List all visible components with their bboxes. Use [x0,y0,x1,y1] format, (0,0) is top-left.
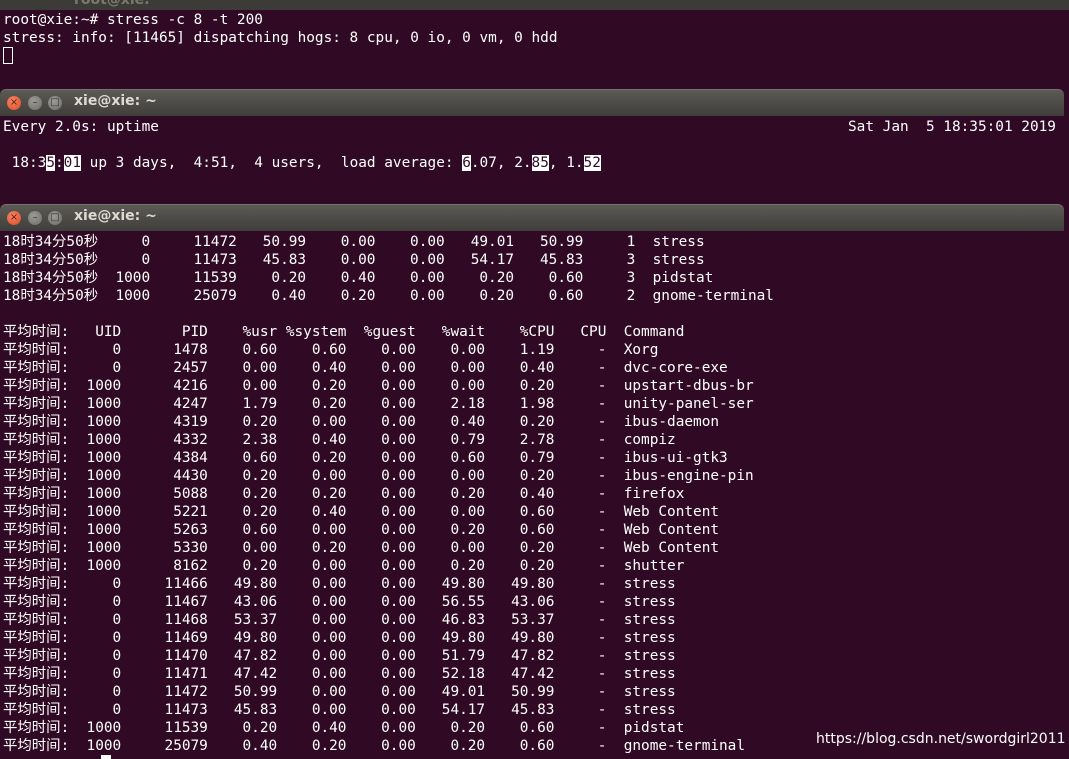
text-cursor [101,755,111,759]
average-row: 平均时间: 1000 5330 0.00 0.20 0.00 0.00 0.20… [3,540,720,556]
average-row: 平均时间: 1000 4430 0.20 0.00 0.00 0.00 0.20… [3,468,754,484]
average-row: 平均时间: 0 2457 0.00 0.40 0.00 0.00 0.40 - … [3,360,728,376]
uptime-text: .07 [470,155,497,171]
average-row: 平均时间: 1000 8162 0.20 0.00 0.00 0.20 0.20… [3,558,685,574]
maximize-icon[interactable]: □ [48,211,62,225]
average-header-row: 平均时间: UID PID %usr %system %guest %wait … [3,324,685,340]
average-row: 平均时间: 0 11468 53.37 0.00 0.00 46.83 53.3… [3,612,676,628]
watch-terminal[interactable]: Every 2.0s: uptime Sat Jan 5 18:35:01 20… [0,116,1069,204]
changed-char: 5 [46,155,55,171]
changed-char: 85 [531,155,549,171]
average-row: 平均时间: 0 11471 47.42 0.00 0.00 52.18 47.4… [3,666,676,682]
average-row: 平均时间: 1000 4319 0.20 0.00 0.00 0.40 0.20… [3,414,720,430]
maximize-icon[interactable]: □ [48,96,62,110]
watch-terminal-titlebar[interactable]: × – □ xie@xie: ~ [0,89,1064,116]
changed-char: 52 [583,155,601,171]
uptime-output: 18:35:01 up 3 days, 4:51, 4 users, load … [3,154,601,172]
uptime-text: : [55,155,64,171]
average-row: 平均时间: 1000 25079 0.40 0.20 0.00 0.20 0.6… [3,738,746,754]
average-row: 平均时间: 0 1478 0.60 0.60 0.00 0.00 1.19 - … [3,342,659,358]
average-row: 平均时间: 1000 5088 0.20 0.20 0.00 0.20 0.40… [3,486,685,502]
watch-header-right: Sat Jan 5 18:35:01 2019 [848,119,1056,135]
changed-char: 01 [63,155,81,171]
average-row: 平均时间: 0 11473 45.83 0.00 0.00 54.17 45.8… [3,702,676,718]
stress-info-line: stress: info: [11465] dispatching hogs: … [3,30,558,46]
sample-row: 18时34分50秒 1000 25079 0.40 0.20 0.00 0.20… [3,288,774,304]
watermark: https://blog.csdn.net/swordgirl2011 [816,731,1066,747]
average-row: 平均时间: 1000 11539 0.20 0.40 0.00 0.20 0.6… [3,720,685,736]
text-cursor [3,47,13,64]
top-terminal-titlebar[interactable]: root@xie: [0,0,1069,10]
sample-row: 18时34分50秒 0 11472 50.99 0.00 0.00 49.01 … [3,234,705,250]
average-row: 平均时间: 0 11469 49.80 0.00 0.00 49.80 49.8… [3,630,676,646]
average-row: 平均时间: 1000 4216 0.00 0.20 0.00 0.00 0.20… [3,378,754,394]
average-row: 平均时间: 1000 4384 0.60 0.20 0.00 0.60 0.79… [3,450,728,466]
window-title: xie@xie: ~ [74,208,157,224]
average-row: 平均时间: 1000 4247 1.79 0.20 0.00 2.18 1.98… [3,396,754,412]
uptime-text: 18:3 [3,155,47,171]
minimize-icon[interactable]: – [28,211,42,225]
command-line: root@xie:~# stress -c 8 -t 200 [3,12,263,28]
uptime-text: up 3 days, 4:51, 4 users, load average: [81,155,463,171]
average-row: 平均时间: 1000 5263 0.60 0.00 0.00 0.20 0.60… [3,522,720,538]
average-row: 平均时间: 0 11466 49.80 0.00 0.00 49.80 49.8… [3,576,676,592]
uptime-text: , 2. [496,155,532,171]
average-row: 平均时间: 0 11472 50.99 0.00 0.00 49.01 50.9… [3,684,676,700]
close-icon[interactable]: × [7,211,21,225]
minimize-icon[interactable]: – [28,96,42,110]
pidstat-terminal-titlebar[interactable]: × – □ xie@xie: ~ [0,204,1064,231]
average-row: 平均时间: 1000 4332 2.38 0.40 0.00 0.79 2.78… [3,432,676,448]
top-terminal-title: root@xie: [74,0,150,8]
window-title: xie@xie: ~ [74,93,157,109]
average-row: 平均时间: 1000 5221 0.20 0.40 0.00 0.00 0.60… [3,504,720,520]
top-terminal[interactable]: root@xie:~# stress -c 8 -t 200 stress: i… [0,10,1069,88]
uptime-text: , 1. [548,155,584,171]
pidstat-terminal[interactable]: 18时34分50秒 0 11472 50.99 0.00 0.00 49.01 … [0,231,1069,759]
watch-header-left: Every 2.0s: uptime [3,119,159,135]
average-row: 平均时间: 0 11470 47.82 0.00 0.00 51.79 47.8… [3,648,676,664]
sample-row: 18时34分50秒 0 11473 45.83 0.00 0.00 54.17 … [3,252,705,268]
close-icon[interactable]: × [7,96,21,110]
changed-char: 6 [462,155,471,171]
sample-row: 18时34分50秒 1000 11539 0.20 0.40 0.00 0.20… [3,270,714,286]
average-row: 平均时间: 0 11467 43.06 0.00 0.00 56.55 43.0… [3,594,676,610]
